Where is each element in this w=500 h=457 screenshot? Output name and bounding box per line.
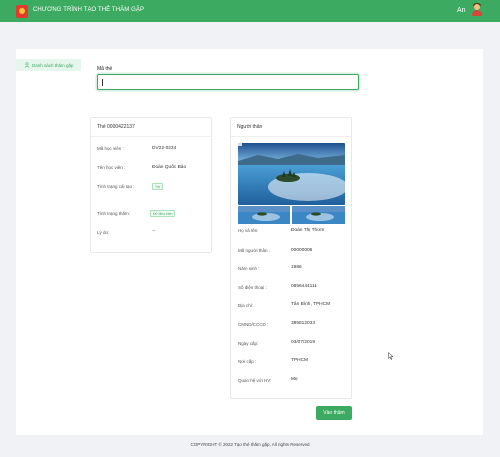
visit-card-title: Thẻ 0000422137 <box>97 124 135 130</box>
issue-place-value: TPHCM <box>291 358 309 363</box>
app-title: CHƯƠNG TRÌNH TẠO THẺ THĂM GẶP <box>33 7 145 13</box>
divider <box>91 136 211 137</box>
student-id-value: DV22-0234 <box>152 146 177 151</box>
id-card-label: CMND/CCCD : <box>238 322 269 327</box>
relationship-label: Quan hệ với HV: <box>238 378 272 383</box>
visit-button[interactable]: Vào thăm <box>316 406 352 420</box>
reason-value: -- <box>152 229 156 234</box>
id-card-value: 385812033 <box>291 321 316 326</box>
address-value: Tân Bình, TPHCM <box>291 302 331 307</box>
card-code-input[interactable] <box>97 74 359 90</box>
sidebar-item-visit-list[interactable]: Danh sách thăm gặp <box>16 59 81 71</box>
phone-value: 0856444111 <box>291 284 317 289</box>
text-caret <box>102 79 103 86</box>
divider <box>231 136 351 137</box>
relative-id-label: Mã người thân : <box>238 248 270 253</box>
relative-name-label: Họ và tên: <box>238 228 259 233</box>
birth-year-label: Năm sinh : <box>238 266 260 271</box>
user-icon <box>24 62 30 68</box>
footer-copyright: COPYRIGHT © 2022 Tạo thẻ thăm gặp, All r… <box>190 442 310 447</box>
app-logo[interactable] <box>16 5 28 18</box>
relative-photo-thumbnail[interactable] <box>292 206 345 224</box>
reason-label: Lý do: <box>97 230 110 235</box>
issue-date-label: Ngày cấp: <box>238 341 259 346</box>
top-bar: CHƯƠNG TRÌNH TẠO THẺ THĂM GẶP An <box>0 0 500 22</box>
issue-date-value: 03/07/2019 <box>291 340 316 345</box>
address-label: Địa chỉ: <box>238 303 254 308</box>
relative-name-value: Đoàn Thị Thơm <box>291 228 325 233</box>
relative-panel-title: Người thân <box>237 124 263 130</box>
visit-status-label: Tình trạng thăm: <box>97 211 131 216</box>
mouse-cursor-icon <box>388 352 394 360</box>
user-name[interactable]: An <box>457 7 466 14</box>
birth-year-value: 1986 <box>291 265 302 270</box>
relative-photo[interactable] <box>238 143 345 205</box>
phone-label: Số điện thoại : <box>238 285 267 290</box>
rehab-status-badge: Tốt <box>152 183 164 190</box>
student-name-value: Đoàn Quốc Bảo <box>152 165 187 170</box>
relative-photo-thumbnail[interactable] <box>238 206 290 224</box>
issue-place-label: Nơi cấp : <box>238 359 257 364</box>
visit-status-badge: Đủ điều kiện <box>150 210 176 217</box>
sidebar-item-label: Danh sách thăm gặp <box>32 62 74 68</box>
student-id-label: Mã học viên : <box>97 146 124 151</box>
card-code-label: Mã thẻ <box>97 66 113 72</box>
relationship-value: Mẹ <box>291 377 298 382</box>
relative-id-value: 00000005 <box>291 248 313 253</box>
student-name-label: Tên học viên : <box>97 165 126 170</box>
avatar[interactable] <box>471 3 483 17</box>
rehab-status-label: Tình trạng cải tạo : <box>97 184 135 189</box>
